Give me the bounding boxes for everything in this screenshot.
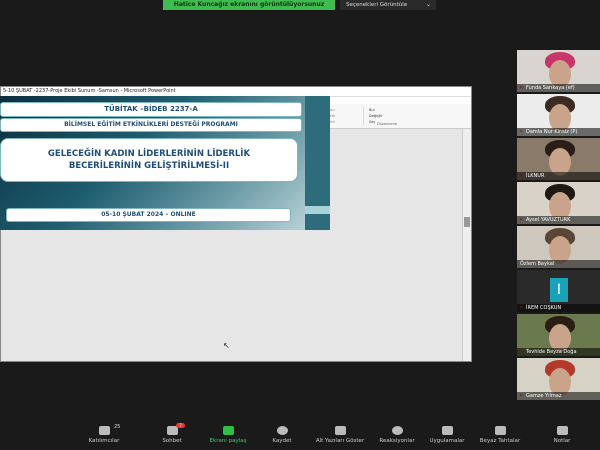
participant-name: Aysel YAVUZTURK [517,216,600,224]
find-button[interactable]: Bul [369,108,375,112]
record-icon [276,426,288,435]
replace-button[interactable]: Değiştir [369,114,383,118]
apps-button[interactable]: Uygulamalar [417,426,477,444]
whiteboard-icon [494,426,506,435]
slide-main-title-line2: BECERİLERİNİN GELİŞTİRİLMESİ-II [68,161,230,171]
notes-button[interactable]: Notlar [532,426,592,444]
screen-share-banner: Hatice Kuncağız ekranını görüntülüyorsun… [163,0,335,10]
top-bar: Hatice Kuncağız ekranını görüntülüyorsun… [0,0,600,12]
chat-badge: 7 [176,423,185,428]
participant-tile[interactable]: ✕ Gamze Yılmaz [517,358,600,400]
slide: TÜBİTAK –BİDEB 2237-A BİLİMSEL EĞİTİM ET… [0,96,330,230]
view-options-label: Seçenekleri Görüntüle [346,2,408,8]
editing-group: Bul Değiştir Seç Düzenleme [365,106,409,126]
notes-icon [556,426,568,435]
notes-label: Notlar [553,438,571,444]
participant-name: İLKNUR [517,172,600,180]
slide-side-accent [305,206,330,214]
participant-tile[interactable]: ✕ Tevhide Beyza Doğa [517,314,600,356]
apps-label: Uygulamalar [429,438,465,444]
whiteboard-button[interactable]: Beyaz Tahtalar [470,426,530,444]
apps-icon [441,426,453,435]
participant-name: İREM COŞKUN [517,304,600,312]
slide-main-title: GELECEĞİN KADIN LİDERLERİNİN LİDERLİK BE… [0,138,298,182]
slide-line-tubitak: TÜBİTAK –BİDEB 2237-A [0,102,302,117]
participant-tile[interactable]: ✕ Damla Nur Kinsiz (P) [517,94,600,136]
participant-name: Özlem Baykal [517,260,600,268]
vertical-scrollbar[interactable] [462,129,471,361]
chat-button[interactable]: 7 Sohbet [142,423,202,444]
participants-button[interactable]: 25 Katılımcılar [74,424,134,444]
slide-line-program: BİLİMSEL EĞİTİM ETKİNLİKLERİ DESTEĞİ PRO… [0,118,302,132]
reactions-label: Reaksiyonlar [379,438,415,444]
participant-tile[interactable]: Özlem Baykal [517,226,600,268]
share-screen-icon [222,426,234,435]
captions-label: Alt Yazıları Göster [315,438,365,444]
people-icon [98,426,110,435]
participant-name: Funda Sarıkaya (ef) [517,84,600,92]
view-options-button[interactable]: Seçenekleri Görüntüle ⌄ [340,0,436,10]
participants-count: 25 [114,424,121,430]
chat-label: Sohbet [162,438,182,444]
slide-date: 05-10 ŞUBAT 2024 – ONLINE [6,208,291,222]
participant-name: Damla Nur Kinsiz (P) [517,128,600,136]
captions-button[interactable]: Alt Yazıları Göster [310,426,370,444]
editing-group-label: Düzenleme [377,122,397,126]
mouse-cursor-icon: ↖ [223,341,230,350]
participant-tile[interactable]: ✕ Funda Sarıkaya (ef) [517,50,600,92]
share-screen-label: Ekranı paylaş [209,438,247,444]
share-screen-button[interactable]: Ekranı paylaş [198,426,258,444]
participant-name: Gamze Yılmaz [517,392,600,400]
whiteboard-label: Beyaz Tahtalar [479,438,521,444]
avatar-initial: I [550,278,568,302]
record-button[interactable]: Kaydet [252,426,312,444]
participants-label: Katılımcılar [88,438,120,444]
cc-icon [334,426,346,435]
participant-tile[interactable]: ✕ İLKNUR [517,138,600,180]
record-label: Kaydet [272,438,292,444]
scrollbar-thumb[interactable] [464,217,470,227]
participant-tile[interactable]: ✕ Aysel YAVUZTURK [517,182,600,224]
chevron-down-icon: ⌄ [425,1,431,8]
meeting-toolbar: 25 Katılımcılar 7 Sohbet Ekranı paylaş K… [0,420,600,450]
participant-name: Tevhide Beyza Doğa [517,348,600,356]
slide-main-title-line1: GELECEĞİN KADIN LİDERLERİNİN LİDERLİK [47,149,251,159]
participant-tile[interactable]: I ✕ İREM COŞKUN [517,270,600,312]
smile-icon [391,426,403,435]
